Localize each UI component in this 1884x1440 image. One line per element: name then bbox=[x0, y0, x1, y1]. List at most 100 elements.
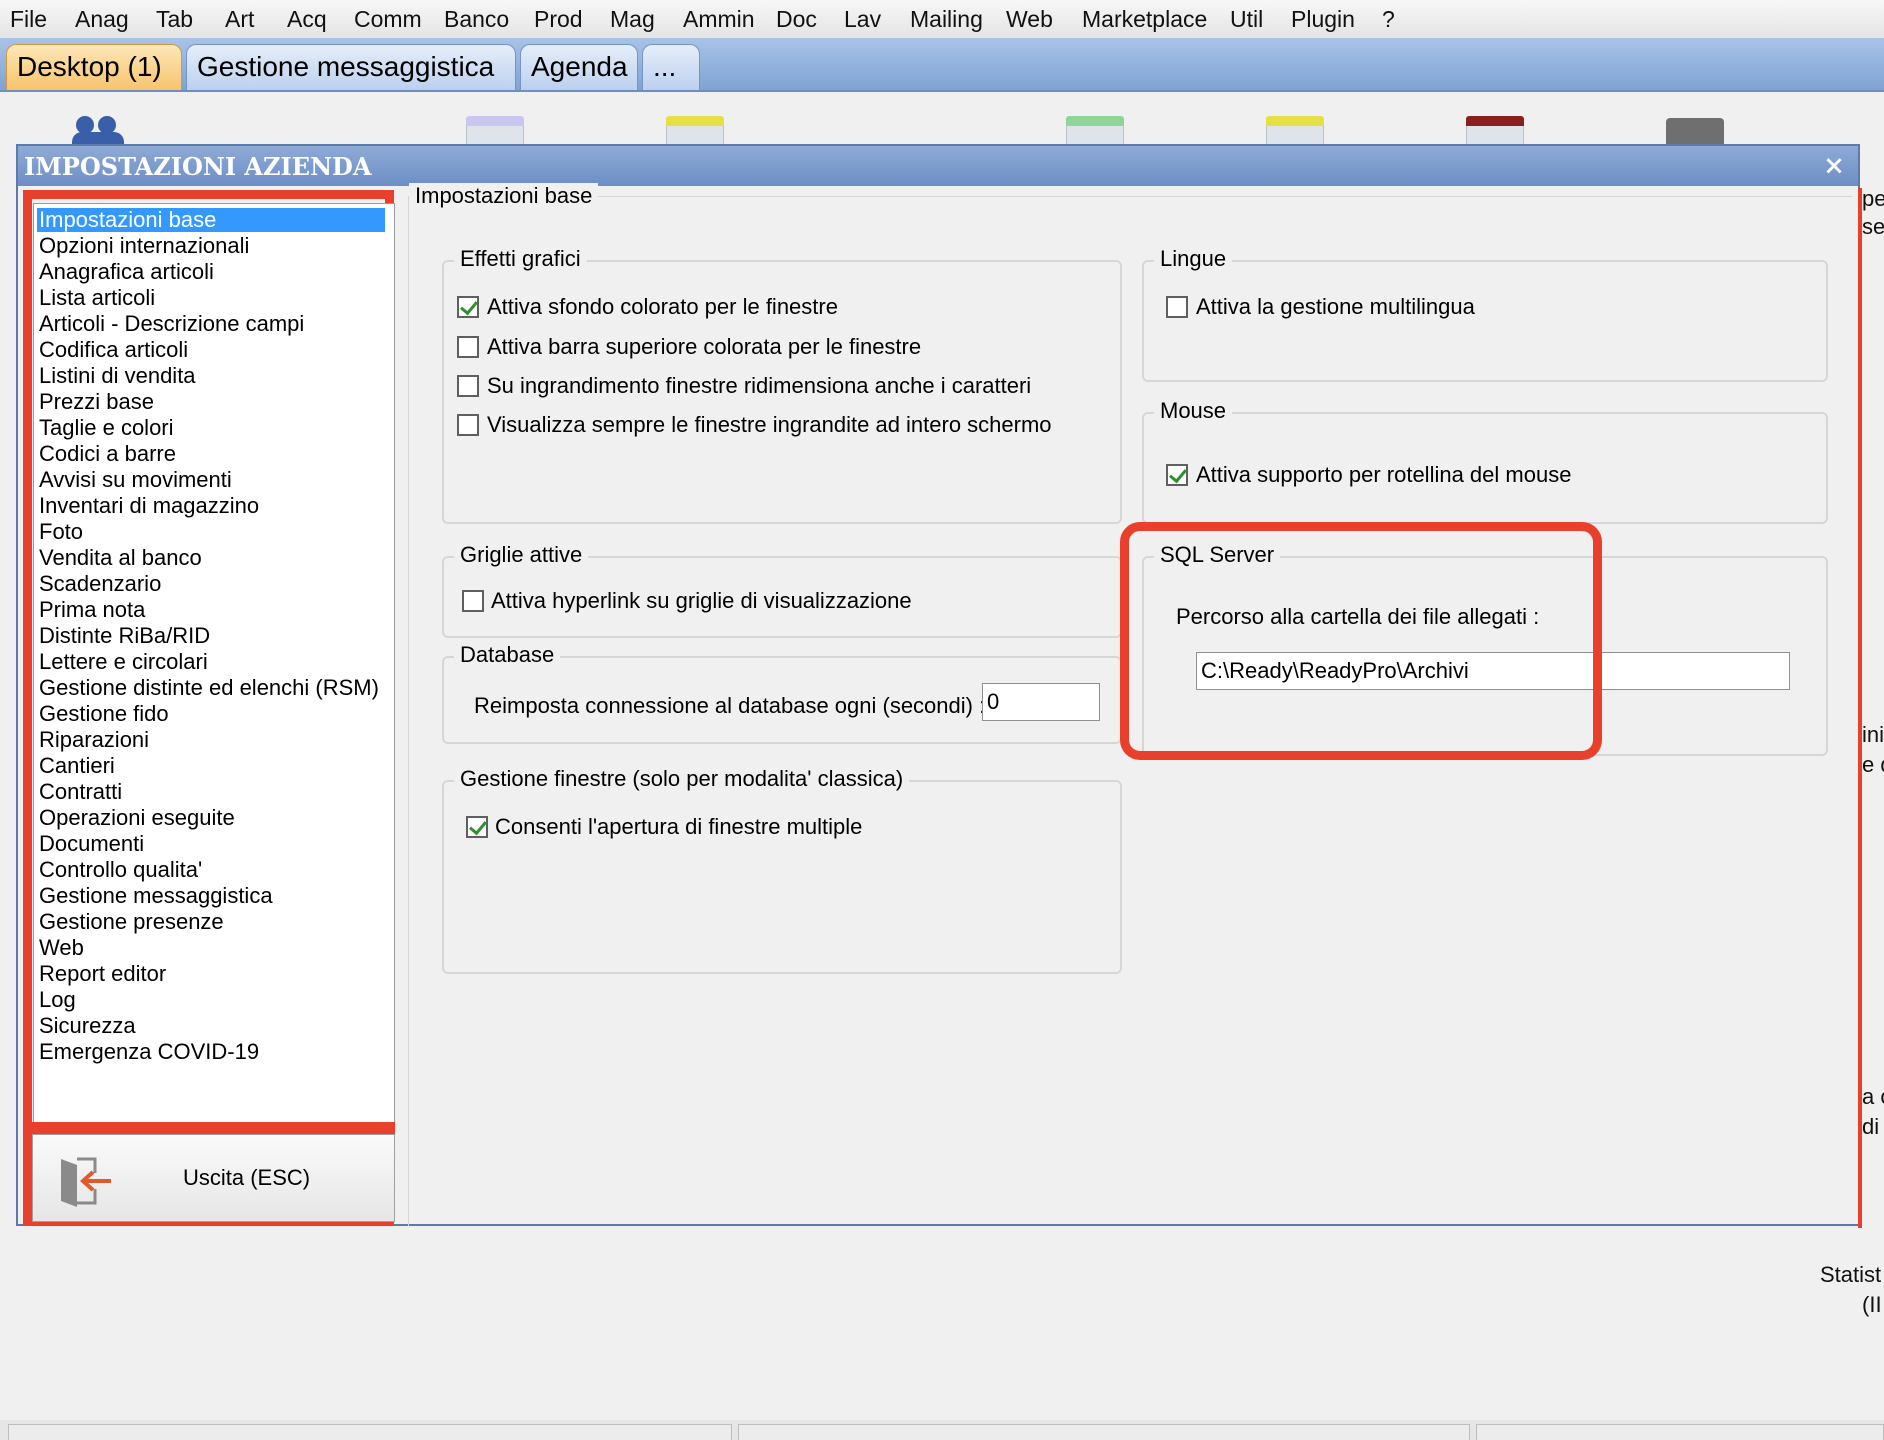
menu-banco[interactable]: Banco bbox=[444, 6, 509, 33]
tab-desktop[interactable]: Desktop (1) bbox=[6, 44, 182, 90]
sfondo-colorato-label: Attiva sfondo colorato per le finestre bbox=[487, 294, 838, 319]
intero-schermo-checkbox[interactable] bbox=[457, 414, 479, 436]
effetti-grafici-group: Effetti grafici Attiva sfondo colorato p… bbox=[442, 246, 1122, 524]
desktop-icon-4[interactable] bbox=[1266, 116, 1324, 145]
nav-item[interactable]: Articoli - Descrizione campi bbox=[37, 312, 304, 336]
nav-highlight-divider bbox=[32, 1122, 395, 1134]
menu-file[interactable]: File bbox=[10, 6, 47, 33]
hyperlink-griglie-checkbox[interactable] bbox=[462, 590, 484, 612]
menu-doc[interactable]: Doc bbox=[776, 6, 817, 33]
nav-item[interactable]: Avvisi su movimenti bbox=[37, 468, 232, 492]
panel-highlight-line bbox=[1858, 188, 1862, 1228]
desktop-icon-2[interactable] bbox=[666, 116, 724, 145]
menu-lav[interactable]: Lav bbox=[844, 6, 881, 33]
finestre-multiple-checkbox[interactable] bbox=[466, 816, 488, 838]
sql-server-highlight bbox=[1120, 522, 1602, 760]
menu-help[interactable]: ? bbox=[1382, 6, 1395, 33]
nav-item[interactable]: Inventari di magazzino bbox=[37, 494, 259, 518]
ridimensiona-caratteri-label: Su ingrandimento finestre ridimensiona a… bbox=[487, 373, 1032, 398]
menu-acq[interactable]: Acq bbox=[287, 6, 327, 33]
menu-bar: File Anag Tab Art Acq Comm Banco Prod Ma… bbox=[0, 0, 1884, 39]
nav-item[interactable]: Taglie e colori bbox=[37, 416, 174, 440]
menu-art[interactable]: Art bbox=[225, 6, 254, 33]
exit-button-label: Uscita (ESC) bbox=[183, 1165, 311, 1190]
menu-comm[interactable]: Comm bbox=[354, 6, 422, 33]
desktop-icon-3[interactable] bbox=[1066, 116, 1124, 145]
bg-text-fragment: Statist bbox=[1820, 1262, 1882, 1287]
effetti-grafici-title: Effetti grafici bbox=[454, 246, 587, 272]
desktop-icon-1[interactable] bbox=[466, 116, 524, 145]
finestre-multiple-label: Consenti l'apertura di finestre multiple bbox=[495, 814, 863, 839]
nav-item[interactable]: Codifica articoli bbox=[37, 338, 188, 362]
nav-item[interactable]: Anagrafica articoli bbox=[37, 260, 214, 284]
nav-item[interactable]: Lista articoli bbox=[37, 286, 155, 310]
nav-item[interactable]: Scadenzario bbox=[37, 572, 161, 596]
status-panel-1 bbox=[8, 1424, 732, 1440]
database-group: Database Reimposta connessione al databa… bbox=[442, 642, 1122, 744]
tab-more[interactable]: ... bbox=[642, 44, 700, 90]
nav-item[interactable]: Prima nota bbox=[37, 598, 145, 622]
nav-item[interactable]: Documenti bbox=[37, 832, 144, 856]
nav-item[interactable]: Vendita al banco bbox=[37, 546, 202, 570]
nav-item[interactable]: Gestione messaggistica bbox=[37, 884, 273, 908]
nav-item[interactable]: Prezzi base bbox=[37, 390, 154, 414]
menu-mag[interactable]: Mag bbox=[610, 6, 655, 33]
nav-item[interactable]: Sicurezza bbox=[37, 1014, 136, 1038]
nav-item[interactable]: Web bbox=[37, 936, 84, 960]
nav-item[interactable]: Gestione fido bbox=[37, 702, 169, 726]
nav-item[interactable]: Opzioni internazionali bbox=[37, 234, 249, 258]
nav-item[interactable]: Gestione distinte ed elenchi (RSM) bbox=[37, 676, 379, 700]
rotellina-mouse-checkbox[interactable] bbox=[1166, 464, 1188, 486]
exit-button[interactable]: Uscita (ESC) bbox=[32, 1134, 395, 1222]
menu-marketplace[interactable]: Marketplace bbox=[1082, 6, 1207, 33]
reimposta-connessione-input[interactable]: 0 bbox=[982, 683, 1100, 721]
bg-text-fragment: a c bbox=[1862, 1084, 1884, 1109]
nav-item[interactable]: Foto bbox=[37, 520, 83, 544]
lingue-group: Lingue Attiva la gestione multilingua bbox=[1142, 246, 1828, 382]
nav-item[interactable]: Lettere e circolari bbox=[37, 650, 208, 674]
settings-nav-list[interactable]: Impostazioni base Opzioni internazionali A… bbox=[33, 203, 395, 1127]
menu-ammin[interactable]: Ammin bbox=[683, 6, 755, 33]
reimposta-connessione-label: Reimposta connessione al database ogni (… bbox=[474, 693, 986, 718]
menu-plugin[interactable]: Plugin bbox=[1291, 6, 1355, 33]
tab-gestione-messaggistica[interactable]: Gestione messaggistica bbox=[186, 44, 516, 90]
status-panel-2 bbox=[738, 1424, 1470, 1440]
briefcase-icon[interactable] bbox=[1666, 118, 1724, 144]
nav-item[interactable]: Report editor bbox=[37, 962, 166, 986]
nav-item[interactable]: Operazioni eseguite bbox=[37, 806, 235, 830]
barra-superiore-checkbox[interactable] bbox=[457, 336, 479, 358]
exit-door-icon bbox=[61, 1157, 111, 1207]
nav-item[interactable]: Cantieri bbox=[37, 754, 115, 778]
griglie-attive-title: Griglie attive bbox=[454, 542, 589, 568]
menu-web[interactable]: Web bbox=[1006, 6, 1053, 33]
nav-item[interactable]: Contratti bbox=[37, 780, 122, 804]
nav-item[interactable]: Emergenza COVID-19 bbox=[37, 1040, 259, 1064]
nav-item[interactable]: Riparazioni bbox=[37, 728, 149, 752]
menu-mailing[interactable]: Mailing bbox=[910, 6, 983, 33]
close-icon[interactable]: × bbox=[1820, 152, 1848, 180]
sfondo-colorato-checkbox[interactable] bbox=[457, 296, 479, 318]
nav-item[interactable]: Listini di vendita bbox=[37, 364, 196, 388]
desktop-icon-5[interactable] bbox=[1466, 116, 1524, 145]
nav-item[interactable]: Codici a barre bbox=[37, 442, 176, 466]
menu-util[interactable]: Util bbox=[1230, 6, 1263, 33]
bg-text-fragment: pe bbox=[1862, 186, 1884, 211]
window-titlebar[interactable]: IMPOSTAZIONI AZIENDA × bbox=[18, 146, 1858, 186]
nav-item[interactable]: Gestione presenze bbox=[37, 910, 224, 934]
intero-schermo-label: Visualizza sempre le finestre ingrandite… bbox=[487, 412, 1052, 437]
multilingua-label: Attiva la gestione multilingua bbox=[1196, 294, 1475, 319]
menu-prod[interactable]: Prod bbox=[534, 6, 583, 33]
menu-tab[interactable]: Tab bbox=[156, 6, 193, 33]
tab-agenda[interactable]: Agenda bbox=[520, 44, 638, 90]
ridimensiona-caratteri-checkbox[interactable] bbox=[457, 375, 479, 397]
griglie-attive-group: Griglie attive Attiva hyperlink su grigl… bbox=[442, 542, 1122, 638]
nav-item[interactable]: Distinte RiBa/RID bbox=[37, 624, 210, 648]
multilingua-checkbox[interactable] bbox=[1166, 296, 1188, 318]
nav-item[interactable]: Impostazioni base bbox=[37, 208, 385, 232]
users-icon[interactable] bbox=[72, 116, 124, 144]
bg-text-fragment: di bbox=[1862, 1114, 1880, 1139]
nav-item[interactable]: Log bbox=[37, 988, 76, 1012]
menu-anag[interactable]: Anag bbox=[75, 6, 129, 33]
lingue-title: Lingue bbox=[1154, 246, 1233, 272]
nav-item[interactable]: Controllo qualita' bbox=[37, 858, 202, 882]
